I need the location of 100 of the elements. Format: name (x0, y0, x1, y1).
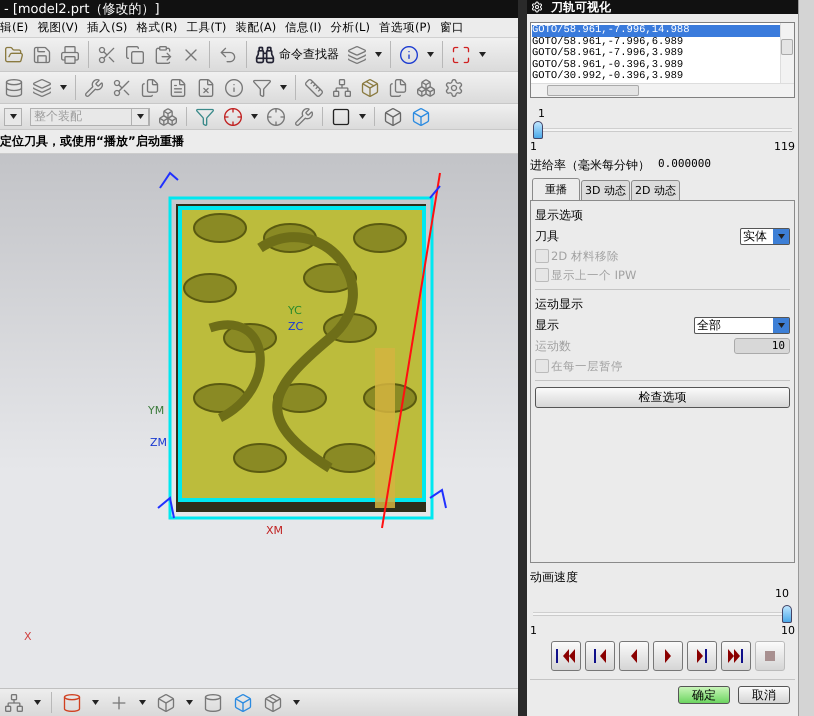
reverse-button[interactable] (618, 640, 648, 670)
scissors-icon[interactable] (112, 78, 132, 98)
info-icon[interactable] (399, 44, 419, 64)
stack-icon[interactable] (4, 78, 24, 98)
caret-icon[interactable] (359, 114, 366, 119)
scissors-icon[interactable] (97, 44, 117, 64)
caret-icon[interactable] (92, 700, 99, 705)
slider-min: 1 (530, 140, 537, 152)
funnel-icon[interactable] (195, 106, 215, 126)
path-list-row[interactable]: GOTO/58.961,-0.396,3.989 (532, 60, 780, 71)
wrench-icon[interactable] (294, 106, 314, 126)
caret-icon[interactable] (280, 85, 287, 90)
caret-icon[interactable] (427, 52, 434, 57)
crosshair-icon[interactable] (223, 106, 243, 126)
layers-icon[interactable] (32, 78, 52, 98)
play-button[interactable] (652, 640, 682, 670)
dropdown-field[interactable] (4, 108, 22, 126)
menu-item[interactable]: 首选项(P) (378, 20, 431, 35)
to-end-button[interactable] (720, 640, 750, 670)
slider-min: 1 (530, 624, 537, 636)
axis-label: X (24, 630, 32, 643)
menu-item[interactable]: 窗口 (440, 20, 464, 35)
path-listbox[interactable]: GOTO/58.961,-7.996,14.988 GOTO/58.961,-7.996,6.989 GOTO/58.961,-7.996,3.989 GOTO/58.961,-0.396,3.989 GOTO/30.992,-0.396,3.989 (530, 22, 795, 98)
folder-icon[interactable] (4, 44, 24, 64)
wrench-icon[interactable] (84, 78, 104, 98)
caret-icon[interactable] (186, 700, 193, 705)
slider-value: 10 (775, 586, 789, 600)
check-options-button[interactable]: 检查选项 (535, 386, 790, 408)
menu-item[interactable]: 视图(V) (37, 20, 78, 35)
step-back-button[interactable] (584, 640, 614, 670)
cylinder-icon[interactable] (203, 692, 223, 712)
to-start-button[interactable] (550, 640, 580, 670)
path-list-row[interactable]: GOTO/58.961,-7.996,14.988 (532, 25, 780, 36)
dialog-button[interactable]: 取消 (738, 686, 790, 704)
checkbox-label: 2D 材料移除 (551, 248, 619, 264)
caret-icon[interactable] (293, 700, 300, 705)
package-icon[interactable] (360, 78, 380, 98)
slider-thumb[interactable] (782, 604, 792, 622)
dialog-button[interactable]: 确定 (678, 686, 730, 704)
tool-dropdown[interactable]: 实体 (740, 228, 790, 244)
horizontal-scrollbar[interactable] (531, 82, 794, 96)
caret-icon[interactable] (139, 700, 146, 705)
tree-icon[interactable] (4, 692, 24, 712)
parts-icon[interactable] (158, 106, 178, 126)
caret-icon[interactable] (34, 700, 41, 705)
axis-label: XM (266, 524, 284, 537)
slider-thumb[interactable] (533, 120, 543, 138)
caret-icon[interactable] (136, 114, 144, 119)
caret-icon[interactable] (375, 52, 382, 57)
path-list-row[interactable]: GOTO/30.992,-0.396,3.989 (532, 71, 780, 82)
command-finder-button[interactable]: 命令查找器 (255, 44, 339, 64)
step-back-icon (594, 648, 606, 662)
axis-label: ZM (150, 436, 168, 449)
menu-item[interactable]: 格式(R) (136, 20, 178, 35)
scrollbar-thumb[interactable] (781, 39, 793, 55)
files-icon[interactable] (388, 78, 408, 98)
tab[interactable]: 3D 动态 (581, 180, 630, 200)
package-icon[interactable] (263, 692, 283, 712)
ruler-icon[interactable] (304, 78, 324, 98)
cube-icon[interactable] (233, 692, 253, 712)
menu-item[interactable]: 信息(I) (285, 20, 322, 35)
menu-item[interactable]: 工具(T) (186, 20, 226, 35)
menu-item[interactable]: 辑(E) (0, 20, 28, 35)
path-list-row[interactable]: GOTO/58.961,-7.996,6.989 (532, 36, 780, 48)
tab[interactable]: 重播 (532, 178, 580, 200)
undo-icon[interactable] (218, 44, 238, 64)
caret-icon[interactable] (60, 85, 67, 90)
stop-icon (764, 648, 774, 662)
section-heading: 显示选项 (535, 206, 584, 224)
cube-icon[interactable] (411, 106, 431, 126)
caret-icon[interactable] (10, 114, 16, 119)
scrollbar-thumb[interactable] (547, 84, 639, 96)
step-forward-button[interactable] (686, 640, 716, 670)
path-list-row[interactable]: GOTO/58.961,-7.996,3.989 (532, 48, 780, 60)
delete-file-icon[interactable] (196, 78, 216, 98)
files-icon[interactable] (140, 78, 160, 98)
clipboard-icon[interactable] (153, 44, 173, 64)
to-start-icon (556, 648, 575, 662)
target-icon[interactable] (266, 106, 286, 126)
menu-item[interactable]: 装配(A) (235, 20, 276, 35)
menu-item[interactable]: 插入(S) (87, 20, 128, 35)
caret-icon[interactable] (479, 52, 486, 57)
axis-label: YC (288, 304, 302, 317)
caret-icon[interactable] (251, 114, 258, 119)
axis-label: ZC (288, 320, 304, 333)
printer-icon[interactable] (60, 44, 80, 64)
info-icon[interactable] (224, 78, 244, 98)
selection-box-icon[interactable] (331, 106, 351, 126)
menu-item[interactable]: 分析(L) (330, 20, 370, 35)
funnel-icon[interactable] (252, 78, 272, 98)
layers-icon[interactable] (347, 44, 367, 64)
boxes-icon[interactable] (416, 78, 436, 98)
tab[interactable]: 2D 动态 (630, 180, 680, 200)
vertical-scrollbar[interactable] (780, 23, 794, 82)
fit-view-icon[interactable] (451, 44, 471, 64)
copy-icon[interactable] (125, 44, 145, 64)
document-icon[interactable] (168, 78, 188, 98)
display-dropdown[interactable]: 全部 (694, 316, 790, 334)
hint-text: 定位刀具，或使用“播放”启动重播 (0, 130, 518, 154)
binoculars-icon (255, 44, 275, 64)
